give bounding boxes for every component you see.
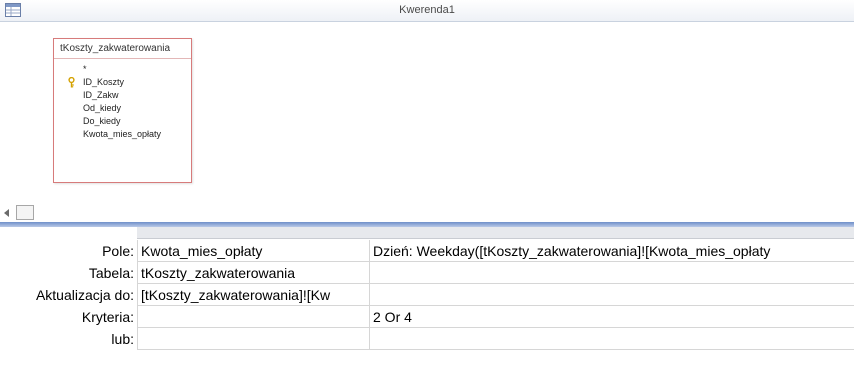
cell-table[interactable]: tKoszty_zakwaterowania: [137, 262, 370, 284]
query-design-grid[interactable]: Pole: Kwota_mies_opłaty Dzień: Weekday([…: [0, 227, 854, 366]
row-label-tabela: Tabela:: [88, 265, 134, 281]
field-list: * ID_Koszty ID_Zakw Od_kiedy Do_kiedy Kw…: [54, 59, 191, 141]
table-field-list[interactable]: tKoszty_zakwaterowania * ID_Koszty ID_Za…: [53, 38, 192, 183]
field-item[interactable]: Od_kiedy: [54, 102, 191, 115]
row-label-aktualizacja: Aktualizacja do:: [35, 287, 134, 303]
cell-field[interactable]: Kwota_mies_opłaty: [137, 240, 370, 262]
field-item[interactable]: Do_kiedy: [54, 115, 191, 128]
primary-key-icon: [68, 77, 75, 88]
row-label-kryteria: Kryteria:: [81, 309, 134, 325]
cell-table[interactable]: [370, 262, 854, 284]
field-item[interactable]: Kwota_mies_opłaty: [54, 128, 191, 141]
query-design-pane[interactable]: tKoszty_zakwaterowania * ID_Koszty ID_Za…: [0, 22, 854, 202]
scrollbar-thumb[interactable]: [16, 205, 34, 220]
cell-field[interactable]: Dzień: Weekday([tKoszty_zakwaterowania]!…: [370, 240, 854, 262]
window-title-bar[interactable]: Kwerenda1: [0, 0, 854, 22]
scroll-left-arrow-icon[interactable]: [4, 209, 9, 217]
table-field-list-title[interactable]: tKoszty_zakwaterowania: [54, 39, 191, 59]
cell-or[interactable]: [137, 328, 370, 350]
cell-update-to[interactable]: [tKoszty_zakwaterowania]![Kw: [137, 284, 370, 306]
row-label-pole: Pole:: [102, 243, 134, 259]
cell-criteria[interactable]: [137, 306, 370, 328]
field-label: ID_Koszty: [83, 77, 125, 87]
field-item[interactable]: ID_Zakw: [54, 89, 191, 102]
column-selector-band[interactable]: [137, 227, 854, 239]
field-all-columns[interactable]: *: [54, 63, 191, 76]
cell-update-to[interactable]: [370, 284, 854, 306]
window-title: Kwerenda1: [399, 4, 455, 16]
field-item[interactable]: ID_Koszty: [54, 76, 191, 89]
cell-or[interactable]: [370, 328, 854, 350]
row-label-lub: lub:: [111, 331, 134, 347]
cell-criteria[interactable]: 2 Or 4: [370, 306, 854, 328]
design-pane-scrollbar[interactable]: [0, 202, 854, 222]
